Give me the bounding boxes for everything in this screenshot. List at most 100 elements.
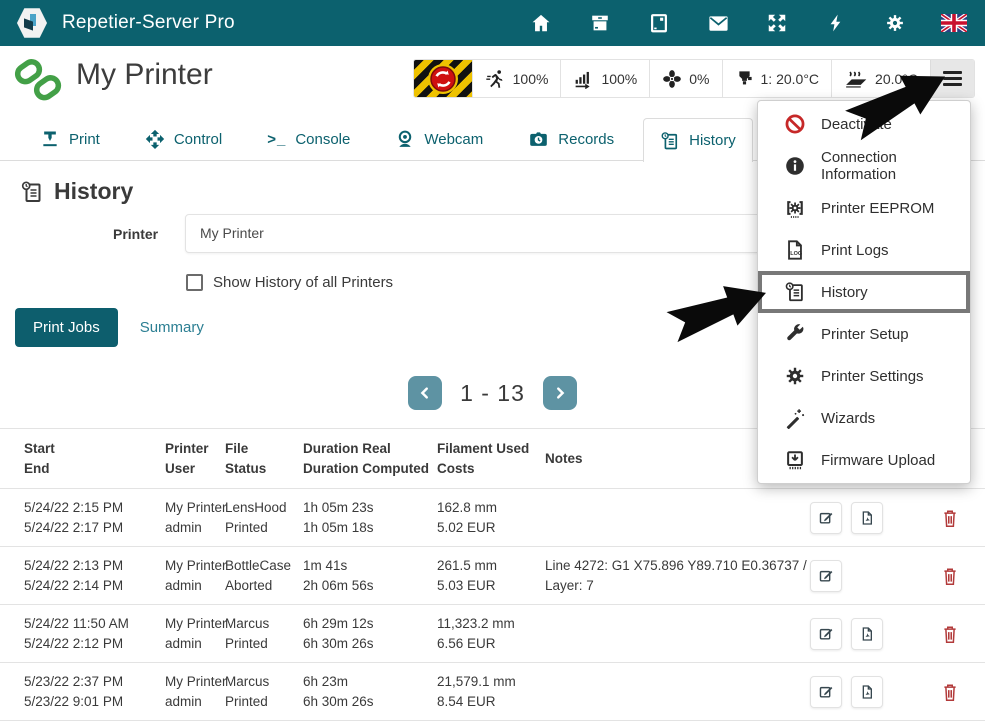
- pdf-report-button[interactable]: [851, 676, 883, 708]
- menu-item-firmware-upload[interactable]: Firmware Upload: [758, 439, 970, 481]
- fan-value: 0%: [689, 71, 709, 87]
- show-all-printers-label: Show History of all Printers: [213, 274, 393, 291]
- extruder-value: 1: 20.0°C: [761, 71, 820, 87]
- next-page-button[interactable]: [543, 376, 577, 410]
- menu-item-deactivate[interactable]: Deactivate: [758, 103, 970, 145]
- speed-status[interactable]: 100%: [472, 60, 561, 97]
- trash-icon: [941, 624, 959, 644]
- delete-job-button[interactable]: [939, 680, 961, 704]
- svg-text:LOG: LOG: [790, 251, 802, 257]
- menu-item-printer-setup[interactable]: Printer Setup: [758, 313, 970, 355]
- trash-icon: [941, 682, 959, 702]
- flow-value: 100%: [601, 71, 637, 87]
- table-row: 5/24/22 2:15 PM5/24/22 2:17 PM My Printe…: [0, 489, 985, 547]
- edit-icon: [818, 683, 835, 700]
- delete-job-button[interactable]: [939, 564, 961, 588]
- edit-icon: [818, 625, 835, 642]
- printer-select[interactable]: My Printer: [185, 214, 763, 253]
- pdf-file-icon: [859, 684, 875, 700]
- guides-button[interactable]: [646, 10, 672, 36]
- records-icon: [528, 129, 549, 150]
- print-logs-icon: LOG: [784, 239, 806, 261]
- table-row: 5/23/22 2:37 PM5/23/22 9:01 PM My Printe…: [0, 663, 985, 721]
- table-row: 5/24/22 2:13 PM5/24/22 2:14 PM My Printe…: [0, 547, 985, 605]
- edit-notes-button[interactable]: [810, 560, 842, 592]
- page-range-label: 1 - 13: [460, 380, 525, 407]
- wand-icon: [784, 407, 806, 429]
- menu-item-print-logs[interactable]: LOG Print Logs: [758, 229, 970, 271]
- power-actions-button[interactable]: [823, 10, 849, 36]
- menu-item-printer-settings[interactable]: Printer Settings: [758, 355, 970, 397]
- summary-button[interactable]: Summary: [134, 308, 210, 347]
- history-heading-label: History: [54, 178, 133, 205]
- pdf-report-button[interactable]: [851, 618, 883, 650]
- printer-menu-dropdown: Deactivate Connection Information Printe…: [757, 100, 971, 484]
- connected-link-icon: [13, 56, 63, 104]
- bed-status[interactable]: 20.0°C: [831, 60, 930, 97]
- menu-item-connection-information[interactable]: Connection Information: [758, 145, 970, 187]
- print-icon: [40, 129, 60, 149]
- edit-notes-button[interactable]: [810, 618, 842, 650]
- bed-value: 20.0°C: [875, 71, 918, 87]
- tab-console[interactable]: >_ Console: [251, 118, 366, 160]
- tab-records[interactable]: Records: [512, 118, 630, 160]
- trash-icon: [941, 566, 959, 586]
- deactivate-icon: [784, 113, 806, 135]
- language-button[interactable]: [941, 10, 967, 36]
- pdf-file-icon: [859, 626, 875, 642]
- wrench-icon: [784, 323, 806, 345]
- show-all-printers-checkbox[interactable]: [186, 274, 203, 291]
- flow-icon: [573, 68, 594, 89]
- history-icon: [20, 180, 44, 204]
- repetier-logo-icon: [16, 7, 48, 39]
- messages-icon: [707, 12, 730, 35]
- home-icon: [530, 12, 552, 34]
- power-icon: [826, 12, 846, 34]
- edit-notes-button[interactable]: [810, 502, 842, 534]
- print-jobs-button[interactable]: Print Jobs: [15, 308, 118, 347]
- gear-icon: [784, 365, 806, 387]
- webcam-icon: [395, 129, 415, 149]
- home-button[interactable]: [528, 10, 554, 36]
- global-settings-button[interactable]: [882, 10, 908, 36]
- fullscreen-button[interactable]: [764, 10, 790, 36]
- info-icon: [784, 155, 806, 177]
- printers-icon: [589, 12, 611, 34]
- pdf-report-button[interactable]: [851, 502, 883, 534]
- global-settings-icon: [884, 12, 906, 34]
- emergency-stop-icon: [430, 66, 456, 92]
- control-icon: [145, 129, 165, 149]
- tab-control[interactable]: Control: [129, 118, 238, 160]
- printer-select-value: My Printer: [200, 225, 264, 241]
- app-title: Repetier-Server Pro: [62, 12, 235, 34]
- edit-notes-button[interactable]: [810, 676, 842, 708]
- printer-status-bar: 100% 100% 0% 1: 20.0°C 20.0°C: [413, 59, 975, 98]
- language-flag-en-icon: [941, 14, 967, 32]
- firmware-upload-icon: [784, 449, 806, 471]
- table-row: 5/24/22 11:50 AM5/24/22 2:12 PM My Print…: [0, 605, 985, 663]
- printers-button[interactable]: [587, 10, 613, 36]
- tab-history[interactable]: History: [643, 118, 753, 162]
- printer-select-label: Printer: [113, 226, 158, 242]
- pdf-file-icon: [859, 510, 875, 526]
- messages-button[interactable]: [705, 10, 731, 36]
- menu-item-wizards[interactable]: Wizards: [758, 397, 970, 439]
- tab-webcam[interactable]: Webcam: [379, 118, 499, 160]
- extruder-status[interactable]: 1: 20.0°C: [722, 60, 832, 97]
- menu-item-printer-eeprom[interactable]: Printer EEPROM: [758, 187, 970, 229]
- fan-status[interactable]: 0%: [649, 60, 721, 97]
- flow-status[interactable]: 100%: [560, 60, 649, 97]
- hamburger-icon: [943, 71, 962, 74]
- previous-page-button[interactable]: [408, 376, 442, 410]
- menu-item-history[interactable]: History: [758, 271, 970, 313]
- tab-print[interactable]: Print: [24, 118, 116, 160]
- edit-icon: [818, 509, 835, 526]
- printer-menu-button[interactable]: [930, 60, 974, 97]
- chevron-right-icon: [553, 386, 567, 400]
- emergency-stop-button[interactable]: [414, 60, 472, 97]
- speed-value: 100%: [513, 71, 549, 87]
- printer-title: My Printer: [76, 58, 213, 92]
- delete-job-button[interactable]: [939, 622, 961, 646]
- delete-job-button[interactable]: [939, 506, 961, 530]
- history-icon: [784, 281, 806, 303]
